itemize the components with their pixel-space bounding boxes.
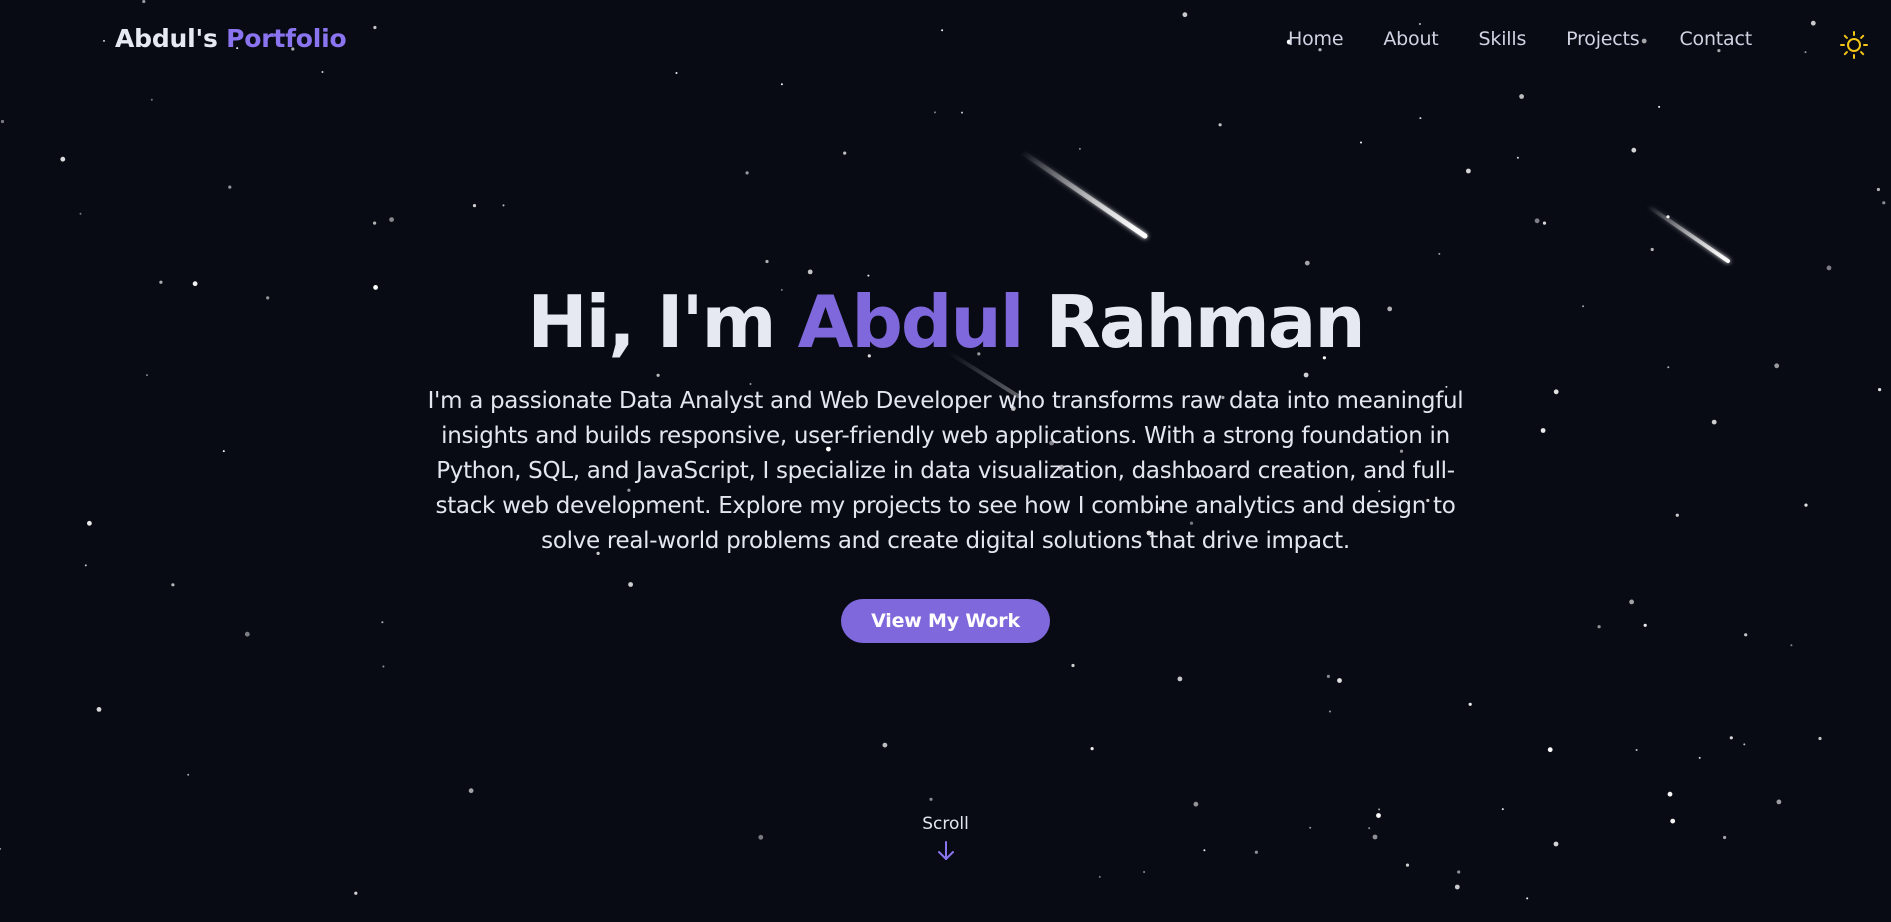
logo-main-text: Abdul's	[115, 24, 218, 53]
star	[1378, 808, 1381, 811]
star	[1419, 117, 1422, 120]
first-name-text: Abdul	[797, 280, 1025, 364]
star	[382, 665, 385, 668]
star	[1635, 749, 1638, 751]
star	[1193, 801, 1199, 807]
star	[882, 742, 888, 748]
star	[96, 707, 102, 712]
star	[1090, 747, 1094, 751]
star	[1360, 141, 1362, 144]
star	[1776, 799, 1782, 805]
star	[1650, 247, 1654, 252]
star	[1457, 870, 1461, 874]
star	[1468, 702, 1472, 706]
star	[150, 98, 153, 101]
star	[929, 797, 933, 801]
star	[502, 204, 505, 207]
site-logo[interactable]: Abdul's Portfolio	[115, 24, 347, 53]
star	[1882, 201, 1886, 205]
nav-link-contact[interactable]: Contact	[1679, 28, 1752, 50]
star	[961, 111, 963, 114]
star	[765, 259, 769, 264]
star	[1454, 884, 1460, 890]
star	[0, 119, 5, 124]
star	[373, 221, 377, 225]
star	[780, 83, 783, 86]
nav-link-home[interactable]: Home	[1288, 28, 1344, 50]
star	[1438, 252, 1441, 255]
star	[745, 171, 749, 175]
star	[1304, 260, 1310, 266]
star	[60, 156, 66, 162]
scroll-label: Scroll	[922, 814, 969, 834]
star	[843, 151, 847, 155]
star	[934, 111, 936, 114]
star	[1534, 218, 1540, 224]
greeting-text: Hi, I'm	[527, 280, 776, 364]
scroll-indicator[interactable]: Scroll	[0, 814, 1891, 862]
star	[1337, 678, 1342, 683]
nav-link-projects[interactable]: Projects	[1566, 28, 1640, 50]
theme-toggle-button[interactable]	[1837, 28, 1871, 62]
star	[1071, 663, 1075, 668]
star	[228, 185, 232, 189]
logo-accent-text: Portfolio	[226, 24, 347, 53]
star	[187, 773, 190, 776]
star	[1818, 736, 1822, 741]
hero-bio: I'm a passionate Data Analyst and Web De…	[427, 388, 1464, 554]
shooting-star	[1019, 149, 1148, 239]
star	[807, 269, 813, 275]
star	[1790, 644, 1793, 647]
star	[1326, 674, 1330, 679]
sun-icon	[1840, 31, 1868, 59]
star	[1547, 747, 1553, 753]
nav-link-skills[interactable]: Skills	[1479, 28, 1527, 50]
star	[1542, 221, 1547, 225]
star	[1329, 710, 1331, 713]
shooting-star	[1646, 204, 1730, 263]
star	[472, 204, 477, 208]
star	[1729, 736, 1733, 740]
star	[1826, 265, 1832, 271]
star	[1526, 897, 1529, 900]
star	[1516, 156, 1519, 159]
star	[1698, 756, 1701, 759]
star	[354, 891, 358, 895]
star	[1501, 808, 1504, 811]
hero-content: Hi, I'm Abdul Rahman I'm a passionate Da…	[0, 276, 1891, 643]
navbar: Abdul's Portfolio Home About Skills Proj…	[0, 0, 1891, 80]
star	[468, 788, 474, 794]
star	[1177, 676, 1183, 682]
star	[1143, 871, 1146, 873]
star	[79, 212, 82, 215]
nav-links: Home About Skills Projects Contact	[1288, 28, 1752, 50]
arrow-down-icon	[937, 841, 954, 860]
hero-section: Abdul's Portfolio Home About Skills Proj…	[0, 0, 1891, 922]
star	[1078, 147, 1081, 150]
nav-link-about[interactable]: About	[1383, 28, 1438, 50]
star	[1466, 168, 1471, 174]
star	[1667, 791, 1673, 797]
hero-headline: Hi, I'm Abdul Rahman	[0, 276, 1891, 368]
view-my-work-button[interactable]: View My Work	[841, 599, 1050, 643]
star	[1098, 875, 1101, 878]
star	[1405, 863, 1410, 867]
star	[1218, 123, 1222, 127]
star	[1519, 94, 1524, 99]
star	[1743, 743, 1746, 746]
star	[1876, 187, 1880, 192]
last-name-text: Rahman	[1045, 280, 1365, 364]
star	[1631, 147, 1637, 153]
star	[1658, 105, 1661, 108]
star	[389, 217, 394, 223]
